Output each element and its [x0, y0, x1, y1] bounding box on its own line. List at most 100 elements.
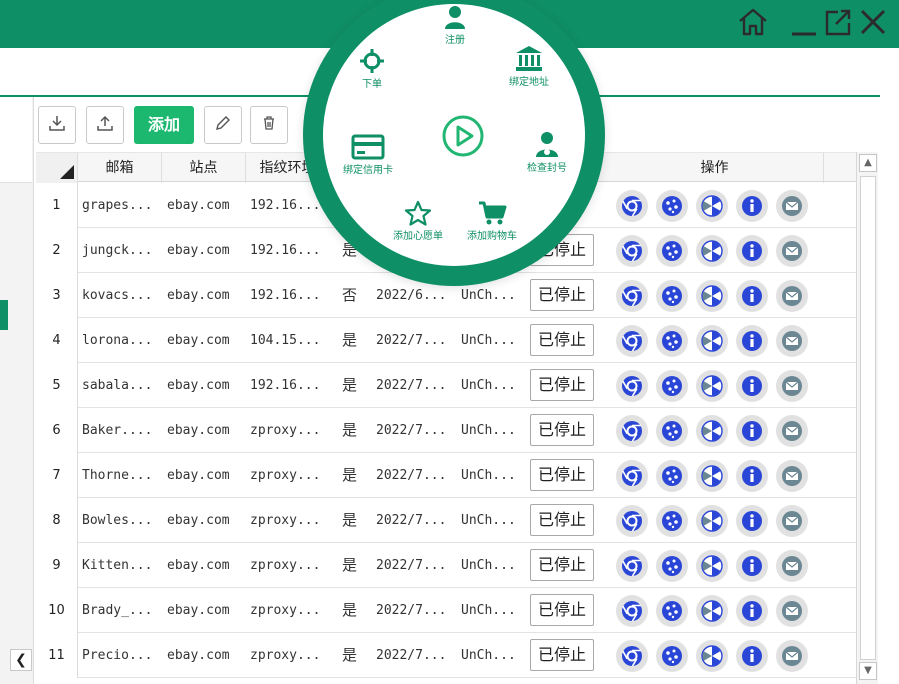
fan-action-button[interactable]: [696, 640, 728, 672]
info-action-button[interactable]: [736, 190, 768, 222]
status-button[interactable]: 已停止: [530, 549, 594, 581]
cookie-action-button[interactable]: [656, 550, 688, 582]
mail-action-button[interactable]: [776, 190, 808, 222]
fan-action-button[interactable]: [696, 235, 728, 267]
mail-action-button[interactable]: [776, 505, 808, 537]
info-action-button[interactable]: [736, 460, 768, 492]
fan-action-button[interactable]: [696, 550, 728, 582]
table-row[interactable]: 5 sabala... ebay.com 192.16... 是 2022/7... UnC…: [36, 363, 856, 408]
fan-action-button[interactable]: [696, 415, 728, 447]
cookie-action-button[interactable]: [656, 640, 688, 672]
maximize-icon[interactable]: [824, 6, 852, 38]
chrome-action-button[interactable]: [616, 280, 648, 312]
status-button[interactable]: 已停止: [530, 639, 594, 671]
info-action-button[interactable]: [736, 640, 768, 672]
status-button[interactable]: 已停止: [530, 504, 594, 536]
info-action-button[interactable]: [736, 505, 768, 537]
close-icon[interactable]: [858, 6, 888, 38]
fan-action-button[interactable]: [696, 370, 728, 402]
chrome-action-button[interactable]: [616, 595, 648, 627]
status-button[interactable]: 已停止: [530, 324, 594, 356]
home-icon[interactable]: [736, 6, 770, 38]
radial-item-check-account[interactable]: 检查封号: [527, 130, 567, 174]
status-button[interactable]: 已停止: [530, 279, 594, 311]
cookie-action-button[interactable]: [656, 325, 688, 357]
mail-action-button[interactable]: [776, 370, 808, 402]
scrollbar-thumb[interactable]: [860, 176, 876, 660]
table-row[interactable]: 7 Thorne... ebay.com zproxy... 是 2022/7... UnC…: [36, 453, 856, 498]
radial-item-wishlist[interactable]: 添加心愿单: [393, 200, 443, 242]
radial-item-register[interactable]: 注册: [443, 4, 467, 46]
status-button[interactable]: 已停止: [530, 594, 594, 626]
minimize-icon[interactable]: [790, 6, 818, 38]
chrome-action-button[interactable]: [616, 235, 648, 267]
chrome-action-button[interactable]: [616, 505, 648, 537]
info-action-button[interactable]: [736, 370, 768, 402]
radial-item-bind-address[interactable]: 绑定地址: [509, 44, 549, 88]
scroll-up-button[interactable]: ▲: [859, 154, 877, 172]
chrome-action-button[interactable]: [616, 190, 648, 222]
cookie-action-button[interactable]: [656, 460, 688, 492]
cookie-action-button[interactable]: [656, 595, 688, 627]
status-button[interactable]: 已停止: [530, 369, 594, 401]
chrome-action-button[interactable]: [616, 370, 648, 402]
scroll-left-button[interactable]: ❮: [10, 649, 32, 671]
mail-action-button[interactable]: [776, 595, 808, 627]
fan-action-button[interactable]: [696, 595, 728, 627]
table-row[interactable]: 11 Precio... ebay.com zproxy... 是 2022/7... Un…: [36, 633, 856, 678]
select-all-corner[interactable]: [36, 153, 78, 183]
radial-center-play[interactable]: [441, 114, 485, 159]
status-button[interactable]: 已停止: [530, 414, 594, 446]
chrome-action-button[interactable]: [616, 550, 648, 582]
radial-item-cart[interactable]: 添加购物车: [467, 200, 517, 242]
info-action-button[interactable]: [736, 280, 768, 312]
radial-item-bind-card[interactable]: 绑定信用卡: [343, 134, 393, 176]
mail-action-button[interactable]: [776, 235, 808, 267]
vertical-scrollbar[interactable]: ▲ ▼: [856, 152, 878, 684]
fan-action-button[interactable]: [696, 325, 728, 357]
info-action-button[interactable]: [736, 550, 768, 582]
chrome-action-button[interactable]: [616, 325, 648, 357]
chrome-action-button[interactable]: [616, 460, 648, 492]
table-row[interactable]: 4 lorona... ebay.com 104.15... 是 2022/7... UnC…: [36, 318, 856, 363]
mail-action-button[interactable]: [776, 325, 808, 357]
info-action-button[interactable]: [736, 415, 768, 447]
cookie-action-button[interactable]: [656, 235, 688, 267]
table-row[interactable]: 9 Kitten... ebay.com zproxy... 是 2022/7... UnC…: [36, 543, 856, 588]
upload-button[interactable]: [86, 106, 124, 144]
cookie-action-button[interactable]: [656, 280, 688, 312]
table-row[interactable]: 6 Baker.... ebay.com zproxy... 是 2022/7... UnC…: [36, 408, 856, 453]
column-header-email[interactable]: 邮箱: [78, 153, 162, 183]
edit-button[interactable]: [204, 106, 242, 144]
add-button[interactable]: 添加: [134, 106, 194, 144]
chrome-action-button[interactable]: [616, 640, 648, 672]
mail-action-button[interactable]: [776, 415, 808, 447]
row-number: 10: [36, 588, 78, 633]
fan-action-button[interactable]: [696, 280, 728, 312]
mail-action-button[interactable]: [776, 550, 808, 582]
site-cell: ebay.com: [167, 333, 230, 348]
info-action-button[interactable]: [736, 325, 768, 357]
chrome-action-button[interactable]: [616, 415, 648, 447]
download-button[interactable]: [38, 106, 76, 144]
fan-action-button[interactable]: [696, 460, 728, 492]
cookie-action-button[interactable]: [656, 415, 688, 447]
column-header-site[interactable]: 站点: [162, 153, 246, 183]
fan-action-button[interactable]: [696, 190, 728, 222]
status-button[interactable]: 已停止: [530, 459, 594, 491]
table-row[interactable]: 8 Bowles... ebay.com zproxy... 是 2022/7... UnC…: [36, 498, 856, 543]
info-action-button[interactable]: [736, 235, 768, 267]
table-row[interactable]: 10 Brady_... ebay.com zproxy... 是 2022/7... Un…: [36, 588, 856, 633]
mail-action-button[interactable]: [776, 640, 808, 672]
delete-button[interactable]: [250, 106, 288, 144]
cookie-action-button[interactable]: [656, 505, 688, 537]
fan-action-button[interactable]: [696, 505, 728, 537]
column-header-extra: [824, 153, 856, 183]
mail-action-button[interactable]: [776, 460, 808, 492]
cookie-action-button[interactable]: [656, 190, 688, 222]
cookie-action-button[interactable]: [656, 370, 688, 402]
mail-action-button[interactable]: [776, 280, 808, 312]
scroll-down-button[interactable]: ▼: [859, 662, 877, 680]
radial-item-order[interactable]: 下单: [359, 48, 385, 90]
info-action-button[interactable]: [736, 595, 768, 627]
